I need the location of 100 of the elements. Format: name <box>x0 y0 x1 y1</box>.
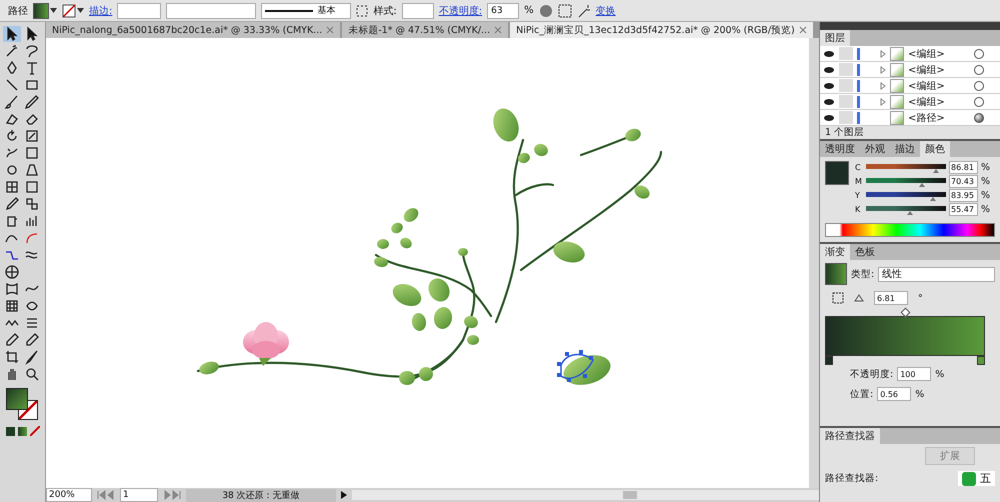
layer-name: <编组> <box>908 48 946 60</box>
position-field[interactable]: 0.56 <box>877 387 912 401</box>
layer-row[interactable]: <编组> <box>820 94 1000 110</box>
layer-row[interactable]: <编组> <box>820 62 1000 78</box>
eye-icon[interactable] <box>823 50 835 58</box>
slider-thumb[interactable] <box>930 196 936 200</box>
panel-tab[interactable]: 描边 <box>890 141 920 157</box>
knife-icon[interactable] <box>22 349 40 365</box>
channel-label: M <box>855 177 863 186</box>
gradient-mode-icon[interactable] <box>18 426 26 436</box>
status-text: 38 次还原：无重做 <box>186 488 336 502</box>
layer-name: <路径> <box>908 112 946 124</box>
channel-value-field[interactable]: 70.43 <box>949 175 978 188</box>
eye-icon[interactable] <box>823 98 835 106</box>
layers-tab[interactable]: 图层 <box>820 30 850 46</box>
caret-icon[interactable] <box>77 7 84 14</box>
percent-label: % <box>935 368 944 380</box>
angle-field[interactable]: 6.81 <box>874 291 908 305</box>
slider-thumb[interactable] <box>932 168 939 172</box>
panel-tab[interactable]: 色板 <box>850 244 880 260</box>
percent-label: % <box>981 162 990 173</box>
pathfinder-tab[interactable]: 路径查找器 <box>820 428 880 444</box>
zoom-dropdown[interactable]: 200% <box>46 488 92 502</box>
page-dropdown[interactable]: 1 <box>120 488 158 502</box>
channel-label: Y <box>855 191 861 200</box>
caret-icon[interactable] <box>50 7 57 14</box>
document-tab[interactable]: 未标题-1* @ 47.51% (CMYK/... <box>342 22 508 38</box>
panel-tab[interactable]: 颜色 <box>920 141 950 157</box>
document-tab[interactable]: NiPic_nalong_6a5001687bc20c1e.ai* @ 33.33% (CMYK... <box>46 22 340 38</box>
layer-row[interactable]: <编组> <box>820 46 1000 62</box>
target-circle-icon[interactable] <box>974 96 984 106</box>
ime-logo-icon[interactable] <box>962 472 976 486</box>
opacity-field[interactable]: 63 <box>487 2 520 18</box>
color-mode-icon[interactable] <box>6 426 14 436</box>
brush-icon[interactable] <box>2 94 20 110</box>
layer-thumbnail <box>890 62 904 76</box>
opacity-link[interactable]: 不透明度: <box>438 4 482 18</box>
variable-width-field[interactable] <box>166 2 256 18</box>
fill-swatch[interactable] <box>33 2 57 18</box>
layer-count: 1 个图层 <box>825 126 864 139</box>
target-circle-icon[interactable] <box>974 64 984 74</box>
dashed-square-icon[interactable] <box>356 4 368 16</box>
stroke-profile-dropdown[interactable]: 基本 <box>261 2 352 18</box>
close-icon[interactable] <box>798 26 807 34</box>
eye-icon[interactable] <box>823 114 835 122</box>
panel-tab[interactable]: 透明度 <box>820 141 860 157</box>
play-icon[interactable] <box>340 490 348 500</box>
slider-thumb[interactable] <box>907 210 913 214</box>
align-grid-icon[interactable] <box>558 4 572 18</box>
transform-link[interactable]: 变换 <box>596 4 616 18</box>
color-swatch[interactable] <box>825 161 849 185</box>
none-mode-icon[interactable] <box>30 426 40 436</box>
layer-name: <编组> <box>908 80 946 92</box>
degree-label: ° <box>918 292 923 304</box>
crosshair-icon[interactable] <box>2 264 20 280</box>
stroke-weight-field[interactable] <box>117 2 162 18</box>
style-label: 样式: <box>373 4 397 18</box>
layer-thumbnail <box>890 94 904 108</box>
layer-row[interactable]: <编组> <box>820 78 1000 94</box>
stroke-swatch[interactable] <box>62 4 84 18</box>
gradient-swatch[interactable] <box>825 263 847 285</box>
pathfinders-label: 路径查找器: <box>825 472 878 485</box>
color-stop[interactable] <box>825 356 833 365</box>
position-label: 位置: <box>850 388 874 400</box>
document-tab[interactable]: NiPic_澜澜宝贝_13ec12d3d5f42752.ai* @ 200% (RGB/预览) <box>510 22 813 38</box>
channel-label: K <box>855 205 862 214</box>
percent-label: % <box>981 190 990 201</box>
percent-label: % <box>981 176 990 187</box>
panel-tab[interactable]: 渐变 <box>820 244 850 260</box>
pencil-icon[interactable] <box>22 94 40 110</box>
target-circle-icon[interactable] <box>974 80 984 90</box>
percent-label: % <box>981 204 990 215</box>
reverse-gradient-icon[interactable] <box>832 292 844 304</box>
channel-value-field[interactable]: 86.81 <box>949 161 978 174</box>
flower-drawing <box>243 322 289 366</box>
wand-icon[interactable] <box>576 4 591 18</box>
slider-thumb[interactable] <box>919 182 925 186</box>
stroke-link[interactable]: 描边: <box>89 4 112 18</box>
color-stop[interactable] <box>977 356 985 365</box>
layer-name: <编组> <box>908 96 946 108</box>
layer-name: <编组> <box>908 64 946 76</box>
channel-value-field[interactable]: 83.95 <box>949 189 978 202</box>
gradient-ramp[interactable] <box>825 316 985 356</box>
type-label: 类型: <box>851 268 874 280</box>
layer-thumbnail <box>890 46 904 60</box>
target-circle-icon[interactable] <box>974 112 984 122</box>
percent-label: % <box>524 5 534 16</box>
ime-mode[interactable]: 五 <box>980 471 991 486</box>
recolor-icon[interactable] <box>538 4 553 18</box>
opacity-field[interactable]: 100 <box>897 367 932 381</box>
eye-icon[interactable] <box>823 82 835 90</box>
horizontal-scrollbar[interactable] <box>352 490 819 500</box>
eye-icon[interactable] <box>823 66 835 74</box>
target-circle-icon[interactable] <box>974 48 984 58</box>
color-spectrum[interactable] <box>825 223 995 237</box>
panel-tab[interactable]: 外观 <box>860 141 890 157</box>
layer-thumbnail <box>890 78 904 92</box>
type-dropdown[interactable]: 线性 <box>878 266 995 282</box>
layer-row[interactable]: <路径> <box>820 110 1000 126</box>
channel-value-field[interactable]: 55.47 <box>949 203 978 216</box>
